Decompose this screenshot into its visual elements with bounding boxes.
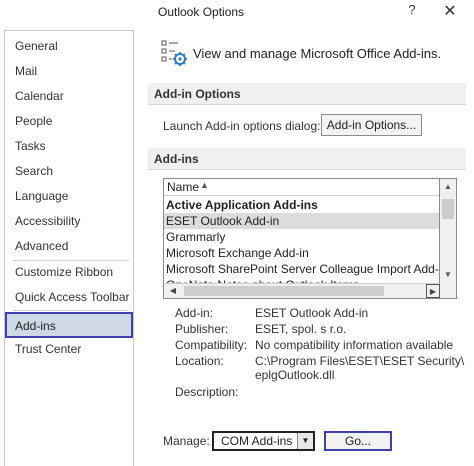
page-title: View and manage Microsoft Office Add-ins… (193, 46, 442, 61)
title-bar: Outlook Options ? ✕ (0, 0, 474, 26)
description-label: Description: (175, 385, 239, 399)
sidebar-item-people[interactable]: People (15, 111, 52, 131)
addin-label: Add-in: (175, 306, 214, 320)
publisher-value: ESET, spol. s r.o. (255, 322, 347, 336)
sidebar-item-customize-ribbon[interactable]: Customize Ribbon (15, 262, 113, 282)
scroll-right-icon[interactable]: ▶ (426, 284, 440, 298)
vertical-scrollbar[interactable]: ▲ ▼ (440, 178, 457, 299)
sidebar-item-add-ins[interactable]: Add-ins (5, 312, 133, 338)
scroll-up-icon[interactable]: ▲ (440, 179, 456, 195)
launch-addin-options-label: Launch Add-in options dialog: (163, 119, 321, 133)
manage-label: Manage: (163, 434, 210, 448)
sort-ascending-icon: ▲ (200, 180, 209, 190)
section-header-addins: Add-ins (148, 148, 466, 170)
addins-gear-icon (161, 40, 187, 66)
sidebar-item-mail[interactable]: Mail (15, 61, 37, 81)
chevron-down-icon[interactable]: ▼ (297, 433, 313, 449)
go-button[interactable]: Go... (324, 431, 392, 451)
location-value: C:\Program Files\ESET\ESET Security\ (255, 354, 465, 368)
sidebar-item-tasks[interactable]: Tasks (15, 136, 46, 156)
addin-options-button[interactable]: Add-in Options... (321, 114, 422, 136)
sidebar-item-label: Add-ins (15, 319, 56, 333)
manage-select-value: COM Add-ins (221, 434, 293, 448)
sidebar-item-search[interactable]: Search (15, 161, 53, 181)
window-title: Outlook Options (158, 5, 245, 19)
list-item[interactable]: Microsoft SharePoint Server Colleague Im… (164, 261, 439, 277)
addin-value: ESET Outlook Add-in (255, 306, 369, 320)
list-item[interactable]: ESET Outlook Add-in (164, 213, 439, 229)
sidebar-item-calendar[interactable]: Calendar (15, 86, 64, 106)
scroll-left-icon[interactable]: ◀ (166, 284, 180, 298)
location-value-continued: eplgOutlook.dll (255, 368, 335, 382)
scrollbar-corner (440, 283, 457, 299)
publisher-label: Publisher: (175, 322, 229, 336)
list-column-header-name[interactable]: Name ▲ (164, 179, 439, 196)
sidebar-item-quick-access-toolbar[interactable]: Quick Access Toolbar (15, 287, 130, 307)
location-label: Location: (175, 354, 224, 368)
addins-list[interactable]: Name ▲ Active Application Add-ins ESET O… (163, 178, 440, 299)
list-item[interactable]: Microsoft Exchange Add-in (164, 245, 439, 261)
sidebar-divider (13, 260, 129, 261)
scroll-thumb[interactable] (442, 199, 454, 219)
column-header-label: Name (167, 180, 200, 194)
compatibility-label: Compatibility: (175, 338, 248, 352)
list-group-header: Active Application Add-ins (166, 198, 318, 212)
scroll-down-icon[interactable]: ▼ (440, 267, 456, 283)
sidebar-item-trust-center[interactable]: Trust Center (15, 339, 81, 359)
sidebar-item-advanced[interactable]: Advanced (15, 236, 68, 256)
sidebar-divider (13, 310, 129, 311)
compatibility-value: No compatibility information available (255, 338, 454, 352)
list-item[interactable]: Grammarly (164, 229, 439, 245)
scroll-thumb[interactable] (184, 286, 384, 296)
manage-select[interactable]: COM Add-ins ▼ (212, 431, 315, 451)
help-button[interactable]: ? (404, 2, 420, 22)
close-button[interactable]: ✕ (440, 1, 460, 23)
sidebar-item-general[interactable]: General (15, 36, 58, 56)
horizontal-scrollbar[interactable]: ◀ ▶ (163, 283, 440, 299)
sidebar-item-accessibility[interactable]: Accessibility (15, 211, 80, 231)
sidebar-item-language[interactable]: Language (15, 186, 68, 206)
section-header-addin-options: Add-in Options (148, 83, 466, 105)
sidebar: General Mail Calendar People Tasks Searc… (4, 30, 134, 466)
